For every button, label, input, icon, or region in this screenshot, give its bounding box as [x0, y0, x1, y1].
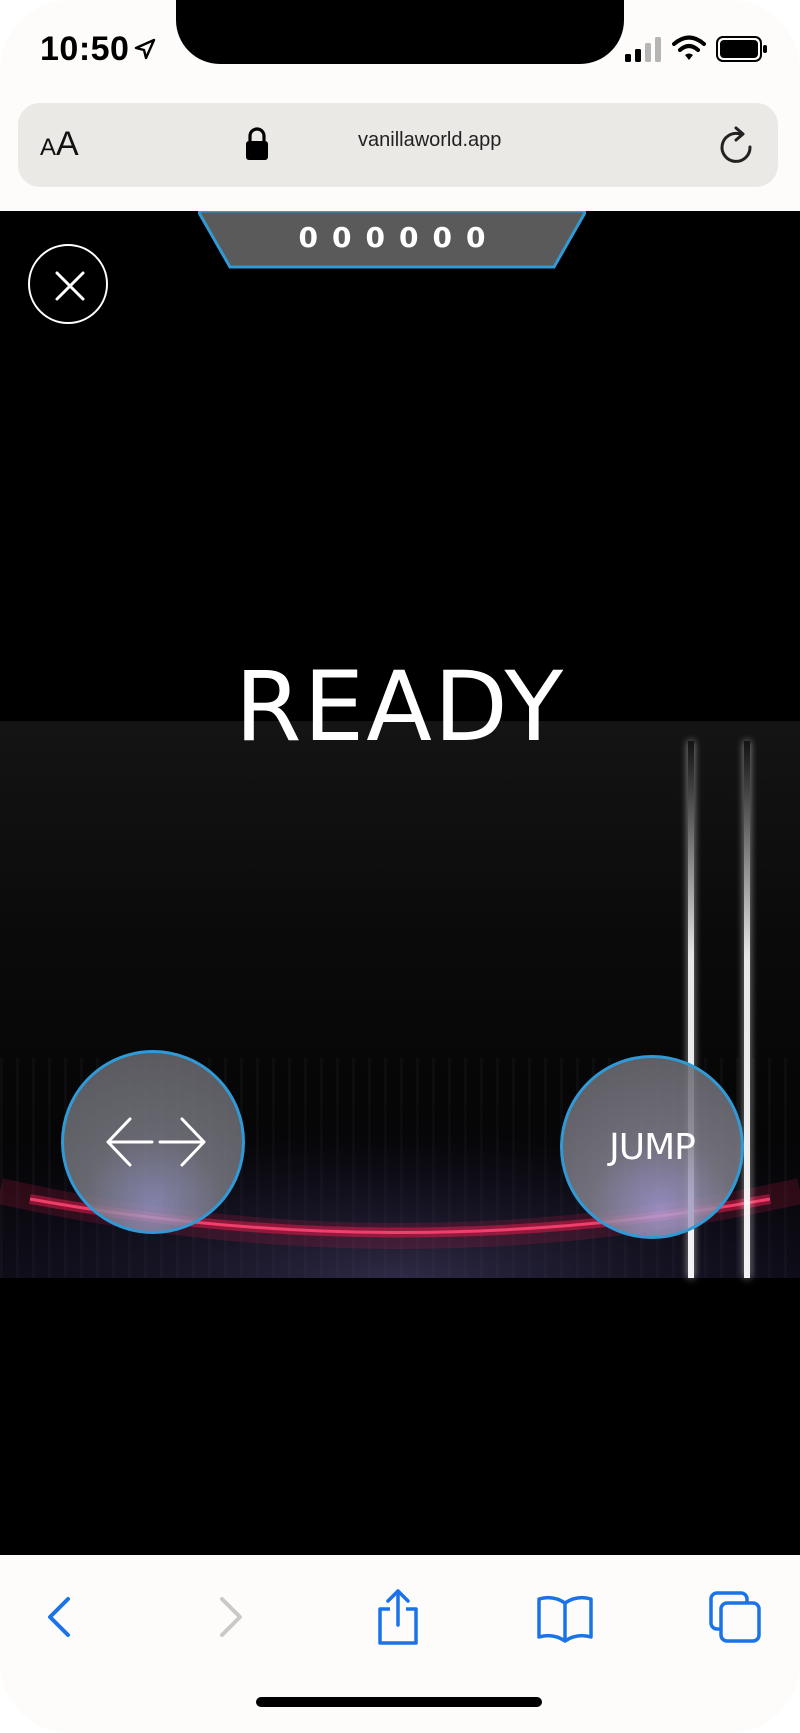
score-counter: 000000: [298, 221, 500, 254]
lock-icon: [246, 127, 268, 160]
home-indicator: [256, 1697, 542, 1707]
reload-icon[interactable]: [718, 125, 756, 165]
url-text: vanillaworld.app: [358, 129, 502, 151]
bookmarks-icon[interactable]: [535, 1587, 595, 1647]
game-canvas[interactable]: 000000 READY JUMP: [0, 211, 800, 1555]
close-icon: [55, 271, 85, 301]
light-beam: [744, 741, 750, 1278]
signal-icon: [625, 37, 661, 62]
close-button[interactable]: [28, 244, 108, 324]
ready-message: READY: [234, 651, 566, 763]
text-size-button[interactable]: AA: [40, 125, 79, 165]
notch: [176, 0, 624, 64]
location-arrow-icon: [134, 38, 156, 60]
jump-label: JUMP: [609, 1126, 696, 1168]
address-bar[interactable]: AA vanillaworld.app: [18, 103, 778, 187]
forward-icon[interactable]: [200, 1587, 260, 1647]
wifi-icon: [672, 35, 706, 60]
share-icon[interactable]: [368, 1587, 428, 1647]
status-bar: 10:50: [0, 0, 800, 95]
jump-button[interactable]: JUMP: [560, 1055, 744, 1239]
tabs-icon[interactable]: [705, 1587, 765, 1647]
phone-screen: 10:50 AA vanillaworld.app 000000 READY J…: [0, 0, 800, 1733]
move-control-button[interactable]: [61, 1050, 245, 1234]
back-icon[interactable]: [30, 1587, 90, 1647]
battery-icon: [716, 36, 767, 62]
status-time: 10:50: [40, 30, 130, 68]
browser-address-area: AA vanillaworld.app: [0, 95, 800, 211]
left-right-arrows-icon: [106, 1117, 206, 1167]
